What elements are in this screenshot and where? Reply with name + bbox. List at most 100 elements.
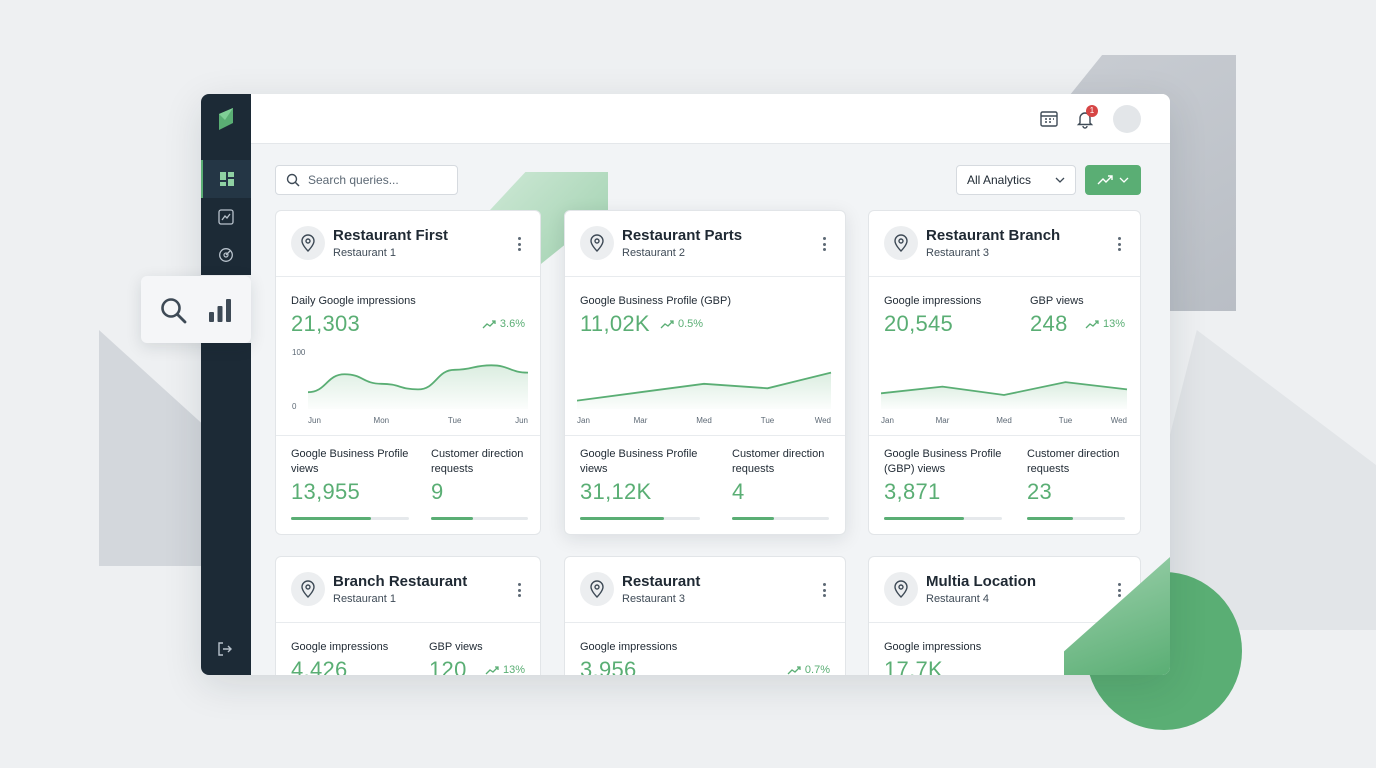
x-tick-label: Tue — [448, 416, 462, 425]
trend-view-button[interactable] — [1085, 165, 1141, 195]
card-divider — [565, 435, 845, 436]
metric-label: Google Business Profile views — [580, 448, 698, 475]
metric-label: Customer direction requests — [1027, 448, 1120, 475]
logout-icon[interactable] — [216, 640, 234, 658]
x-tick-label: Med — [996, 416, 1012, 425]
trend-indicator: 13% — [485, 664, 525, 675]
card-title: Restaurant — [622, 573, 701, 590]
metric-value: 21,303 — [291, 311, 361, 336]
card-subtitle: Restaurant 1 — [333, 247, 396, 259]
more-options-icon[interactable] — [823, 237, 827, 251]
location-pin-icon — [291, 226, 325, 260]
location-pin-icon — [580, 572, 614, 606]
chart-area — [308, 365, 528, 409]
calendar-icon[interactable] — [1039, 109, 1059, 129]
metric-value: 9 — [431, 479, 444, 504]
card-title: Restaurant Branch — [926, 227, 1061, 244]
chart-area — [577, 372, 831, 409]
trend-value: 3.6% — [499, 318, 525, 330]
metric-label: Google Business Profile (GBP) — [580, 295, 732, 307]
dashboard-window: Search queries... All Analytics Restaura… — [201, 94, 1170, 675]
more-options-icon[interactable] — [1118, 583, 1122, 597]
sidebar-item-dashboard[interactable] — [201, 160, 251, 198]
location-card[interactable]: Restaurant First Restaurant 1 Daily Goog… — [275, 210, 541, 535]
metric-value: 4,426 — [291, 657, 348, 675]
more-options-icon[interactable] — [518, 237, 522, 251]
metric-label: GBP views — [1030, 295, 1084, 307]
sidebar-item-analytics[interactable] — [201, 198, 251, 236]
line-chart: 100 0 Jun Mon Tue Jun — [292, 348, 529, 425]
chevron-down-icon — [1055, 177, 1065, 183]
metric-value: 120 — [429, 657, 467, 675]
metric-value: 4 — [732, 479, 745, 504]
metric-label: Daily Google impressions — [291, 295, 416, 307]
progress-bar — [884, 517, 1002, 520]
more-options-icon[interactable] — [518, 583, 522, 597]
location-card[interactable]: Restaurant Branch Restaurant 3 Google im… — [868, 210, 1141, 535]
chart-line-icon — [218, 209, 234, 225]
metric-label: Google impressions — [884, 641, 982, 653]
x-tick-label: Tue — [1059, 416, 1073, 425]
location-card[interactable]: Multia Location Restaurant 4 Google impr… — [868, 556, 1141, 675]
location-pin-icon — [884, 572, 918, 606]
location-card[interactable]: Branch Restaurant Restaurant 1 Google im… — [275, 556, 541, 675]
x-tick-label: Mar — [634, 416, 648, 425]
card-header: Restaurant Restaurant 3 — [565, 557, 845, 623]
metric-value: 3,871 — [884, 479, 941, 504]
location-card[interactable]: Restaurant Restaurant 3 Google impressio… — [564, 556, 846, 675]
user-avatar[interactable] — [1113, 105, 1141, 133]
search-icon — [286, 173, 300, 187]
progress-fill — [732, 517, 774, 520]
progress-fill — [1027, 517, 1074, 520]
x-tick-label: Jun — [308, 416, 321, 425]
trend-up-icon — [660, 319, 674, 328]
card-subtitle: Restaurant 3 — [926, 247, 989, 259]
trend-up-icon — [1097, 175, 1113, 185]
top-bar — [251, 94, 1170, 144]
trend-value: 0.7% — [804, 664, 830, 675]
metric-value: 23 — [1027, 479, 1053, 504]
metric-label: Google impressions — [580, 641, 678, 653]
metric-value: 13,955 — [291, 479, 361, 504]
search-box[interactable]: Search queries... — [275, 165, 458, 195]
progress-fill — [291, 517, 372, 520]
card-title: Restaurant Parts — [622, 227, 743, 244]
x-tick-label: Wed — [1111, 416, 1127, 425]
location-pin-icon — [291, 572, 325, 606]
logo-icon — [219, 108, 233, 130]
progress-fill — [431, 517, 473, 520]
card-subtitle: Restaurant 2 — [622, 247, 685, 259]
trend-value: 13% — [1102, 318, 1125, 330]
search-icon — [161, 297, 187, 323]
chevron-down-icon — [1119, 177, 1129, 183]
progress-bar — [732, 517, 829, 520]
card-header: Multia Location Restaurant 4 — [869, 557, 1140, 623]
metric-label: Google impressions — [884, 295, 982, 307]
card-subtitle: Restaurant 4 — [926, 593, 989, 605]
metric-label: Customer direction requests — [732, 448, 825, 475]
x-tick-label: Mon — [374, 416, 390, 425]
trend-value: 13% — [502, 664, 525, 675]
search-input[interactable]: Search queries... — [308, 173, 399, 187]
more-options-icon[interactable] — [1118, 237, 1122, 251]
trend-up-icon — [1085, 319, 1099, 328]
location-pin-icon — [580, 226, 614, 260]
analytics-filter-select[interactable]: All Analytics — [956, 165, 1076, 195]
card-title: Multia Location — [926, 573, 1036, 590]
metric-value: 248 — [1030, 311, 1068, 336]
metric-label: Google Business Profile views — [291, 448, 409, 475]
trend-indicator: 0.7% — [787, 664, 830, 675]
metric-label: Google Business Profile (GBP) views — [884, 448, 1002, 475]
x-tick-label: Jan — [881, 416, 894, 425]
metric-label: Customer direction requests — [431, 448, 524, 475]
location-card[interactable]: Restaurant Parts Restaurant 2 Google Bus… — [564, 210, 846, 535]
metric-value: 17,7K — [884, 657, 943, 675]
progress-fill — [884, 517, 965, 520]
card-header: Restaurant First Restaurant 1 — [276, 211, 540, 277]
location-pin-icon — [884, 226, 918, 260]
trend-indicator: 3.6% — [482, 318, 525, 330]
bar-chart-icon — [209, 298, 231, 322]
trend-value: 0.5% — [678, 318, 704, 330]
sidebar-item-reports[interactable] — [201, 236, 251, 274]
more-options-icon[interactable] — [823, 583, 827, 597]
